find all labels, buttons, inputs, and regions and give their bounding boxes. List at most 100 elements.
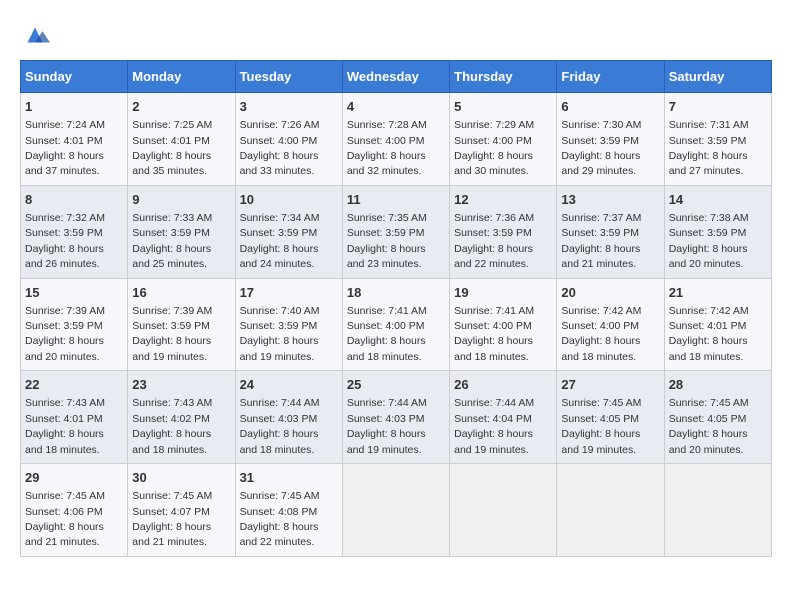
calendar-cell: 8 Sunrise: 7:32 AMSunset: 3:59 PMDayligh…: [21, 185, 128, 278]
calendar-cell: 24 Sunrise: 7:44 AMSunset: 4:03 PMDaylig…: [235, 371, 342, 464]
calendar-cell: 13 Sunrise: 7:37 AMSunset: 3:59 PMDaylig…: [557, 185, 664, 278]
calendar-cell: 20 Sunrise: 7:42 AMSunset: 4:00 PMDaylig…: [557, 278, 664, 371]
calendar-cell: [664, 464, 771, 557]
calendar-cell: 4 Sunrise: 7:28 AMSunset: 4:00 PMDayligh…: [342, 93, 449, 186]
calendar-cell: 26 Sunrise: 7:44 AMSunset: 4:04 PMDaylig…: [450, 371, 557, 464]
column-header-sunday: Sunday: [21, 61, 128, 93]
day-number: 4: [347, 98, 445, 116]
day-number: 1: [25, 98, 123, 116]
day-number: 5: [454, 98, 552, 116]
calendar-cell: 1 Sunrise: 7:24 AMSunset: 4:01 PMDayligh…: [21, 93, 128, 186]
day-info: Sunrise: 7:36 AMSunset: 3:59 PMDaylight:…: [454, 212, 534, 270]
calendar-cell: 11 Sunrise: 7:35 AMSunset: 3:59 PMDaylig…: [342, 185, 449, 278]
day-info: Sunrise: 7:42 AMSunset: 4:00 PMDaylight:…: [561, 305, 641, 363]
day-info: Sunrise: 7:35 AMSunset: 3:59 PMDaylight:…: [347, 212, 427, 270]
calendar-header-row: SundayMondayTuesdayWednesdayThursdayFrid…: [21, 61, 772, 93]
day-number: 30: [132, 469, 230, 487]
calendar-cell: 29 Sunrise: 7:45 AMSunset: 4:06 PMDaylig…: [21, 464, 128, 557]
day-info: Sunrise: 7:37 AMSunset: 3:59 PMDaylight:…: [561, 212, 641, 270]
day-number: 2: [132, 98, 230, 116]
day-number: 25: [347, 376, 445, 394]
calendar-cell: 27 Sunrise: 7:45 AMSunset: 4:05 PMDaylig…: [557, 371, 664, 464]
calendar-cell: 30 Sunrise: 7:45 AMSunset: 4:07 PMDaylig…: [128, 464, 235, 557]
day-number: 11: [347, 191, 445, 209]
calendar-cell: 5 Sunrise: 7:29 AMSunset: 4:00 PMDayligh…: [450, 93, 557, 186]
day-number: 19: [454, 284, 552, 302]
day-number: 21: [669, 284, 767, 302]
calendar-week-row: 8 Sunrise: 7:32 AMSunset: 3:59 PMDayligh…: [21, 185, 772, 278]
day-info: Sunrise: 7:28 AMSunset: 4:00 PMDaylight:…: [347, 119, 427, 177]
day-info: Sunrise: 7:45 AMSunset: 4:08 PMDaylight:…: [240, 490, 320, 548]
day-number: 15: [25, 284, 123, 302]
calendar-cell: 6 Sunrise: 7:30 AMSunset: 3:59 PMDayligh…: [557, 93, 664, 186]
day-number: 6: [561, 98, 659, 116]
day-info: Sunrise: 7:41 AMSunset: 4:00 PMDaylight:…: [454, 305, 534, 363]
day-info: Sunrise: 7:34 AMSunset: 3:59 PMDaylight:…: [240, 212, 320, 270]
calendar-cell: 15 Sunrise: 7:39 AMSunset: 3:59 PMDaylig…: [21, 278, 128, 371]
day-info: Sunrise: 7:31 AMSunset: 3:59 PMDaylight:…: [669, 119, 749, 177]
calendar-week-row: 22 Sunrise: 7:43 AMSunset: 4:01 PMDaylig…: [21, 371, 772, 464]
day-info: Sunrise: 7:38 AMSunset: 3:59 PMDaylight:…: [669, 212, 749, 270]
day-number: 23: [132, 376, 230, 394]
day-number: 18: [347, 284, 445, 302]
calendar-cell: 21 Sunrise: 7:42 AMSunset: 4:01 PMDaylig…: [664, 278, 771, 371]
calendar-cell: 31 Sunrise: 7:45 AMSunset: 4:08 PMDaylig…: [235, 464, 342, 557]
calendar-table: SundayMondayTuesdayWednesdayThursdayFrid…: [20, 60, 772, 557]
calendar-cell: 7 Sunrise: 7:31 AMSunset: 3:59 PMDayligh…: [664, 93, 771, 186]
calendar-cell: 3 Sunrise: 7:26 AMSunset: 4:00 PMDayligh…: [235, 93, 342, 186]
day-info: Sunrise: 7:45 AMSunset: 4:06 PMDaylight:…: [25, 490, 105, 548]
day-info: Sunrise: 7:43 AMSunset: 4:01 PMDaylight:…: [25, 397, 105, 455]
day-number: 17: [240, 284, 338, 302]
day-number: 31: [240, 469, 338, 487]
day-number: 29: [25, 469, 123, 487]
day-info: Sunrise: 7:43 AMSunset: 4:02 PMDaylight:…: [132, 397, 212, 455]
day-number: 20: [561, 284, 659, 302]
calendar-cell: 14 Sunrise: 7:38 AMSunset: 3:59 PMDaylig…: [664, 185, 771, 278]
column-header-wednesday: Wednesday: [342, 61, 449, 93]
calendar-cell: 16 Sunrise: 7:39 AMSunset: 3:59 PMDaylig…: [128, 278, 235, 371]
calendar-cell: 17 Sunrise: 7:40 AMSunset: 3:59 PMDaylig…: [235, 278, 342, 371]
calendar-cell: [450, 464, 557, 557]
calendar-week-row: 15 Sunrise: 7:39 AMSunset: 3:59 PMDaylig…: [21, 278, 772, 371]
day-number: 9: [132, 191, 230, 209]
calendar-week-row: 1 Sunrise: 7:24 AMSunset: 4:01 PMDayligh…: [21, 93, 772, 186]
calendar-cell: 23 Sunrise: 7:43 AMSunset: 4:02 PMDaylig…: [128, 371, 235, 464]
day-number: 26: [454, 376, 552, 394]
day-info: Sunrise: 7:44 AMSunset: 4:03 PMDaylight:…: [240, 397, 320, 455]
calendar-cell: 19 Sunrise: 7:41 AMSunset: 4:00 PMDaylig…: [450, 278, 557, 371]
day-info: Sunrise: 7:44 AMSunset: 4:04 PMDaylight:…: [454, 397, 534, 455]
day-number: 22: [25, 376, 123, 394]
day-info: Sunrise: 7:24 AMSunset: 4:01 PMDaylight:…: [25, 119, 105, 177]
calendar-week-row: 29 Sunrise: 7:45 AMSunset: 4:06 PMDaylig…: [21, 464, 772, 557]
page-header: [20, 20, 772, 50]
day-info: Sunrise: 7:26 AMSunset: 4:00 PMDaylight:…: [240, 119, 320, 177]
calendar-cell: 28 Sunrise: 7:45 AMSunset: 4:05 PMDaylig…: [664, 371, 771, 464]
calendar-cell: 10 Sunrise: 7:34 AMSunset: 3:59 PMDaylig…: [235, 185, 342, 278]
calendar-cell: [342, 464, 449, 557]
day-info: Sunrise: 7:33 AMSunset: 3:59 PMDaylight:…: [132, 212, 212, 270]
column-header-saturday: Saturday: [664, 61, 771, 93]
column-header-monday: Monday: [128, 61, 235, 93]
day-number: 10: [240, 191, 338, 209]
day-info: Sunrise: 7:41 AMSunset: 4:00 PMDaylight:…: [347, 305, 427, 363]
calendar-cell: 25 Sunrise: 7:44 AMSunset: 4:03 PMDaylig…: [342, 371, 449, 464]
logo-icon: [20, 20, 50, 50]
day-number: 27: [561, 376, 659, 394]
day-info: Sunrise: 7:44 AMSunset: 4:03 PMDaylight:…: [347, 397, 427, 455]
logo: [20, 20, 55, 50]
calendar-cell: 22 Sunrise: 7:43 AMSunset: 4:01 PMDaylig…: [21, 371, 128, 464]
day-info: Sunrise: 7:40 AMSunset: 3:59 PMDaylight:…: [240, 305, 320, 363]
day-info: Sunrise: 7:39 AMSunset: 3:59 PMDaylight:…: [25, 305, 105, 363]
day-info: Sunrise: 7:45 AMSunset: 4:07 PMDaylight:…: [132, 490, 212, 548]
day-number: 16: [132, 284, 230, 302]
day-info: Sunrise: 7:42 AMSunset: 4:01 PMDaylight:…: [669, 305, 749, 363]
calendar-cell: 9 Sunrise: 7:33 AMSunset: 3:59 PMDayligh…: [128, 185, 235, 278]
column-header-thursday: Thursday: [450, 61, 557, 93]
day-number: 12: [454, 191, 552, 209]
calendar-cell: 12 Sunrise: 7:36 AMSunset: 3:59 PMDaylig…: [450, 185, 557, 278]
day-info: Sunrise: 7:32 AMSunset: 3:59 PMDaylight:…: [25, 212, 105, 270]
calendar-cell: 18 Sunrise: 7:41 AMSunset: 4:00 PMDaylig…: [342, 278, 449, 371]
day-info: Sunrise: 7:25 AMSunset: 4:01 PMDaylight:…: [132, 119, 212, 177]
column-header-friday: Friday: [557, 61, 664, 93]
column-header-tuesday: Tuesday: [235, 61, 342, 93]
